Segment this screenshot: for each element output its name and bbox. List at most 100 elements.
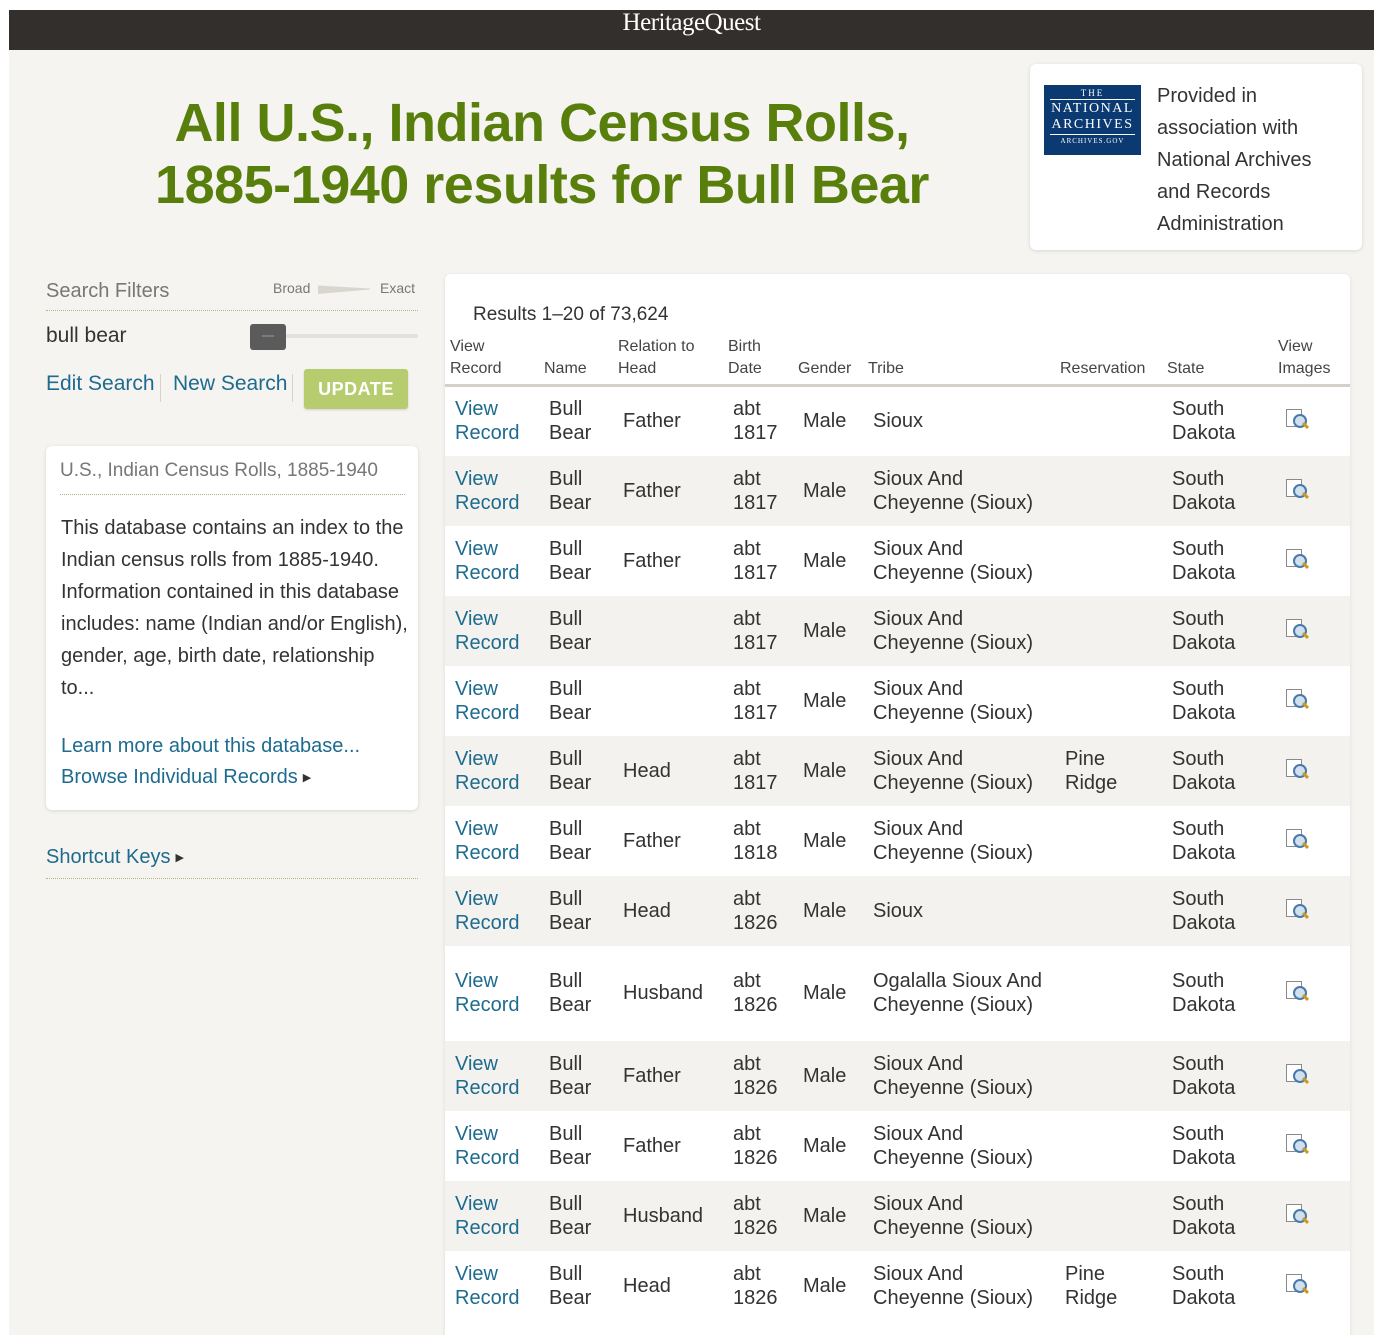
shortcut-keys-toggle[interactable]: Shortcut Keys ▶ (46, 846, 418, 879)
relation-cell (613, 596, 723, 666)
view-images-icon[interactable] (1283, 616, 1310, 640)
view-record-link[interactable]: Record (455, 1076, 539, 1100)
learn-more-label[interactable]: Learn more about this database... (61, 735, 360, 757)
table-row: View Record Bull Bear Father abt 1817 Male Sio… (445, 386, 1350, 456)
national-archives-logo[interactable]: THE NATIONAL ARCHIVES ARCHIVES.GOV (1044, 85, 1141, 155)
col-header-view-images: View Images (1273, 334, 1350, 387)
tribe-cell: Sioux And Cheyenne (Sioux) (873, 467, 1034, 514)
state-cell: South Dakota (1172, 970, 1236, 1016)
tribe-cell: Sioux And Cheyenne (Sioux) (873, 817, 1034, 864)
col-header-state[interactable]: State (1162, 334, 1273, 387)
shortcut-keys-label[interactable]: Shortcut Keys (46, 846, 171, 868)
relation-cell: Head (623, 899, 671, 922)
name-cell: Bull Bear (549, 1122, 592, 1169)
name-cell: Bull Bear (549, 537, 592, 584)
view-images-icon[interactable] (1283, 476, 1310, 500)
browse-records-label[interactable]: Browse Individual Records (61, 766, 298, 788)
view-record-cell: View Record (445, 876, 539, 946)
view-record-link[interactable]: Record (455, 701, 539, 725)
tribe-cell: Sioux (873, 410, 924, 433)
table-row: View Record Bull Bear Father abt 1817 Male Sio… (445, 455, 1350, 526)
results-body: View Record Bull Bear Father abt 1817 Male Sio… (445, 386, 1350, 1321)
view-record-cell: View Record (445, 1041, 539, 1111)
view-images-cell (1273, 736, 1350, 806)
learn-more-link[interactable]: Learn more about this database... (61, 735, 360, 758)
view-images-icon[interactable] (1283, 978, 1310, 1002)
view-record-link[interactable]: Record (455, 1216, 539, 1240)
col-header-gender[interactable]: Gender (793, 334, 863, 387)
reservation-cell (1055, 386, 1162, 456)
view-record-cell: View Record (445, 1111, 539, 1181)
view-images-icon[interactable] (1283, 1271, 1310, 1295)
view-record-link[interactable]: View (455, 397, 539, 421)
tribe-cell: Sioux And Cheyenne (Sioux) (873, 537, 1034, 584)
col-header-reservation[interactable]: Reservation (1055, 334, 1162, 387)
partner-text: Provided in association with National Ar… (1157, 85, 1312, 235)
gender-cell: Male (803, 619, 847, 642)
reservation-cell (1055, 946, 1162, 1041)
view-record-link[interactable]: View (455, 607, 539, 631)
view-record-link[interactable]: View (455, 1052, 539, 1076)
reservation-cell: Pine Ridge (1065, 1262, 1118, 1309)
tribe-cell: Sioux And Cheyenne (Sioux) (873, 1052, 1034, 1099)
view-record-link[interactable]: Record (455, 841, 539, 865)
database-description: This database contains an index to the I… (61, 517, 408, 699)
view-record-link[interactable]: Record (455, 631, 539, 655)
view-images-icon[interactable] (1283, 1061, 1310, 1085)
edit-search-link[interactable]: Edit Search (46, 372, 155, 396)
view-images-cell (1273, 1111, 1350, 1181)
col-header-relation[interactable]: Relation to Head (613, 334, 723, 387)
reservation-cell (1055, 456, 1162, 526)
view-images-icon[interactable] (1283, 826, 1310, 850)
table-row: View Record Bull Bear Father abt 1818 Male Sio… (445, 806, 1350, 876)
exact-label: Exact (380, 280, 416, 296)
view-record-link[interactable]: View (455, 537, 539, 561)
view-record-link[interactable]: Record (455, 561, 539, 585)
reservation-cell (1055, 1111, 1162, 1181)
view-record-link[interactable]: View (455, 817, 539, 841)
view-images-icon[interactable] (1283, 756, 1310, 780)
view-record-link[interactable]: View (455, 1122, 539, 1146)
birth-date-cell: abt 1826 (733, 970, 778, 1016)
view-images-icon[interactable] (1283, 686, 1310, 710)
page: HeritageQuest All U.S., Indian Census Ro… (9, 10, 1374, 1335)
view-record-link[interactable]: View (455, 1262, 539, 1286)
browse-records-link[interactable]: Browse Individual Records ▶ (61, 766, 311, 789)
view-images-icon[interactable] (1283, 1131, 1310, 1155)
col-header-name[interactable]: Name (539, 334, 613, 387)
view-images-cell (1273, 666, 1350, 736)
view-record-link[interactable]: Record (455, 771, 539, 795)
view-record-link[interactable]: View (455, 677, 539, 701)
col-header-birth-date[interactable]: Birth Date (723, 334, 793, 387)
logo-line-3: ARCHIVES (1051, 117, 1134, 132)
birth-date-cell: abt 1817 (733, 677, 778, 724)
view-record-link[interactable]: View (455, 747, 539, 771)
update-button[interactable]: UPDATE (304, 369, 408, 409)
match-slider-handle[interactable] (250, 324, 286, 350)
brand-logo[interactable]: HeritageQuest (623, 10, 761, 36)
birth-date-cell: abt 1817 (733, 398, 778, 445)
table-row: View Record Bull Bear Head abt 1826 Male Sioux… (445, 875, 1350, 946)
view-images-icon[interactable] (1283, 406, 1310, 430)
col-header-tribe[interactable]: Tribe (863, 334, 1055, 387)
view-images-icon[interactable] (1283, 546, 1310, 570)
view-record-link[interactable]: Record (455, 1146, 539, 1170)
view-record-link[interactable]: Record (455, 491, 539, 515)
view-record-link[interactable]: Record (455, 911, 539, 935)
new-search-link[interactable]: New Search (173, 372, 287, 396)
view-record-link[interactable]: Record (455, 993, 539, 1017)
view-record-link[interactable]: View (455, 467, 539, 491)
name-cell: Bull Bear (549, 607, 592, 654)
view-images-icon[interactable] (1283, 1201, 1310, 1225)
table-row: View Record Bull Bear abt 1817 Male Sioux And… (445, 666, 1350, 736)
table-row: View Record Bull Bear Father abt 1817 Male Sio… (445, 526, 1350, 596)
view-record-link[interactable]: Record (455, 421, 539, 445)
view-record-link[interactable]: View (455, 1192, 539, 1216)
view-record-link[interactable]: View (455, 969, 539, 993)
view-record-link[interactable]: View (455, 887, 539, 911)
view-record-cell: View Record (445, 1251, 539, 1321)
view-images-icon[interactable] (1283, 896, 1310, 920)
state-cell: South Dakota (1172, 1262, 1236, 1309)
view-record-link[interactable]: Record (455, 1286, 539, 1310)
reservation-cell (1055, 596, 1162, 666)
